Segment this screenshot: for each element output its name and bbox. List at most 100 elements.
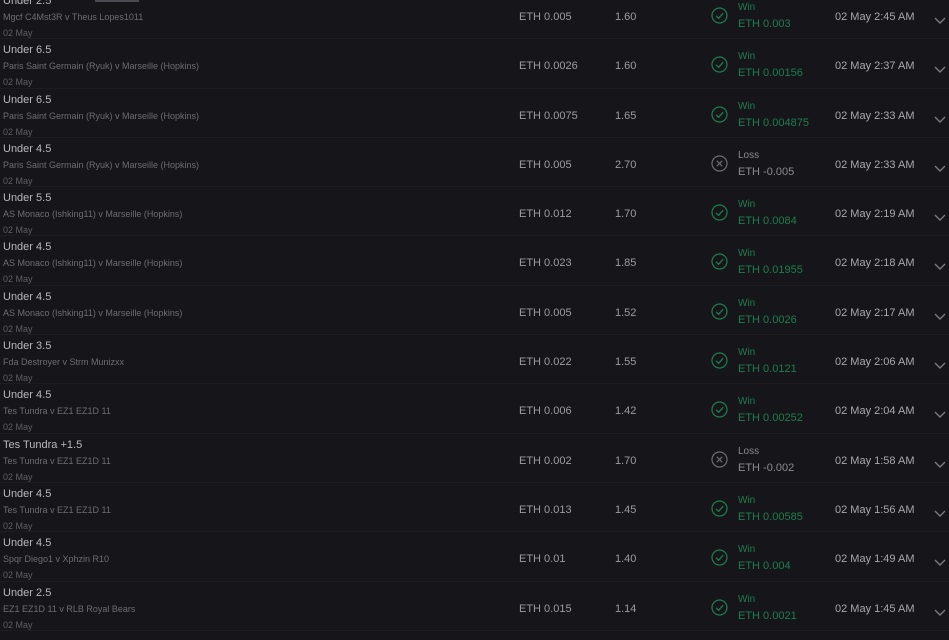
bet-stake: ETH 0.005 [519, 158, 572, 171]
bet-event: Paris Saint Germain (Ryuk) v Marseille (… [3, 110, 200, 121]
check-circle-icon [711, 105, 728, 123]
bet-event: AS Monaco (Ishking11) v Marseille (Hopki… [3, 307, 183, 318]
bet-date: 02 May [3, 471, 33, 482]
bet-row[interactable]: Under 3.5 Fda Destroyer v Strm Munizxx 0… [0, 335, 949, 385]
chevron-down-icon[interactable] [934, 308, 946, 320]
bet-payout: ETH 0.00252 [738, 412, 803, 425]
bet-market: Under 4.5 [3, 142, 52, 155]
bet-date: 02 May [3, 126, 33, 137]
bet-date: 02 May [3, 570, 33, 581]
bet-time: 02 May 2:18 AM [835, 257, 915, 270]
chevron-down-icon[interactable] [934, 406, 946, 419]
bet-odds: 1.42 [615, 405, 637, 418]
bet-market: Under 4.5 [3, 389, 52, 402]
bet-result: Win [738, 396, 756, 408]
bet-payout: ETH 0.00585 [738, 510, 803, 523]
bet-date: 02 May [3, 422, 33, 433]
bet-market: Under 3.5 [3, 340, 52, 353]
bet-time: 02 May 2:19 AM [835, 208, 915, 221]
bet-payout: ETH 0.004 [738, 560, 791, 573]
bet-stake: ETH 0.006 [519, 405, 572, 418]
check-circle-icon [711, 253, 728, 271]
bet-history-list: Under 2.5 Mgcf C4Mst3R v Theus Lopes1011… [0, 0, 949, 631]
bet-market: Under 4.5 [3, 537, 52, 550]
bet-odds: 2.70 [615, 158, 637, 171]
check-circle-icon [711, 204, 728, 221]
bet-stake: ETH 0.012 [519, 208, 572, 221]
bet-payout: ETH 0.01955 [738, 264, 803, 277]
chevron-down-icon[interactable] [934, 554, 946, 567]
bet-row[interactable]: Under 2.5 Mgcf C4Mst3R v Theus Lopes1011… [0, 0, 949, 40]
bet-time: 02 May 2:33 AM [835, 109, 915, 122]
bet-date: 02 May [3, 373, 33, 384]
bet-odds: 1.45 [615, 503, 637, 516]
chevron-down-icon[interactable] [934, 357, 946, 370]
bet-row[interactable]: Under 4.5 Paris Saint Germain (Ryuk) v M… [0, 138, 949, 188]
bet-odds: 1.60 [615, 60, 637, 73]
bet-market: Under 6.5 [3, 93, 52, 106]
bet-time: 02 May 1:49 AM [835, 553, 915, 566]
bet-date: 02 May [3, 520, 33, 531]
bet-odds: 1.60 [615, 11, 637, 23]
bet-row[interactable]: Under 4.5 AS Monaco (Ishking11) v Marsei… [0, 236, 949, 286]
bet-payout: ETH 0.0021 [738, 609, 797, 622]
bet-result: Win [738, 347, 756, 359]
bet-market: Under 4.5 [3, 241, 52, 254]
bet-time: 02 May 2:33 AM [835, 158, 915, 171]
bet-payout: ETH 0.003 [738, 18, 791, 30]
bet-stake: ETH 0.015 [519, 602, 572, 615]
check-circle-icon [711, 56, 728, 73]
bet-result: Win [738, 51, 756, 63]
chevron-down-icon[interactable] [934, 505, 946, 517]
bet-market: Under 4.5 [3, 290, 52, 303]
bet-payout: ETH 0.00156 [738, 67, 803, 80]
bet-market: Under 4.5 [3, 487, 52, 500]
bet-date: 02 May [3, 175, 33, 186]
check-circle-icon [711, 7, 728, 24]
bet-odds: 1.40 [615, 553, 637, 566]
bet-stake: ETH 0.0026 [519, 60, 578, 73]
bet-row[interactable]: Under 4.5 Spqr Diego1 v Xphzin R10 02 Ma… [0, 532, 949, 582]
bet-event: Mgcf C4Mst3R v Theus Lopes1011 [3, 12, 144, 22]
bet-date: 02 May [3, 225, 33, 236]
bet-row[interactable]: Under 4.5 Tes Tundra v EZ1 EZ1D 11 02 Ma… [0, 384, 949, 434]
bet-market: Under 2.5 [3, 0, 52, 7]
bet-payout: ETH 0.0026 [738, 313, 797, 326]
bet-row[interactable]: Under 5.5 AS Monaco (Ishking11) v Marsei… [0, 187, 949, 237]
chevron-down-icon[interactable] [934, 604, 946, 616]
bet-time: 02 May 2:17 AM [835, 306, 915, 319]
bet-payout: ETH 0.0084 [738, 215, 797, 228]
x-circle-icon [711, 155, 728, 172]
bet-stake: ETH 0.002 [519, 454, 572, 467]
bet-payout: ETH 0.0121 [738, 363, 797, 376]
bet-result: Win [738, 100, 756, 112]
check-circle-icon [711, 303, 728, 320]
chevron-down-icon[interactable] [934, 258, 946, 271]
bet-result: Loss [738, 149, 760, 161]
bet-row[interactable]: Under 2.5 EZ1 EZ1D 11 v RLB Royal Bears … [0, 582, 949, 631]
bet-result: Win [738, 199, 756, 211]
bet-odds: 1.70 [615, 208, 637, 221]
bet-row[interactable]: Under 6.5 Paris Saint Germain (Ryuk) v M… [0, 39, 949, 89]
bet-result: Win [738, 2, 756, 13]
bet-payout: ETH 0.004875 [738, 116, 809, 129]
bet-time: 02 May 2:45 AM [835, 11, 915, 23]
chevron-down-icon[interactable] [934, 61, 946, 74]
chevron-down-icon[interactable] [934, 12, 946, 24]
bet-result: Loss [738, 445, 760, 457]
check-circle-icon [711, 352, 728, 369]
bet-odds: 1.55 [615, 356, 637, 369]
bet-row[interactable]: Under 6.5 Paris Saint Germain (Ryuk) v M… [0, 89, 949, 138]
bet-event: AS Monaco (Ishking11) v Marseille (Hopki… [3, 258, 183, 269]
bet-row[interactable]: Tes Tundra +1.5 Tes Tundra v EZ1 EZ1D 11… [0, 434, 949, 483]
bet-row[interactable]: Under 4.5 Tes Tundra v EZ1 EZ1D 11 02 Ma… [0, 483, 949, 533]
chevron-down-icon[interactable] [934, 456, 946, 468]
bet-odds: 1.65 [615, 109, 637, 122]
chevron-down-icon[interactable] [934, 111, 946, 123]
chevron-down-icon[interactable] [934, 209, 946, 222]
bet-row[interactable]: Under 4.5 AS Monaco (Ishking11) v Marsei… [0, 286, 949, 336]
chevron-down-icon[interactable] [934, 160, 946, 172]
check-circle-icon [711, 401, 728, 418]
bet-market: Under 6.5 [3, 44, 52, 57]
bet-event: Tes Tundra v EZ1 EZ1D 11 [3, 406, 111, 417]
